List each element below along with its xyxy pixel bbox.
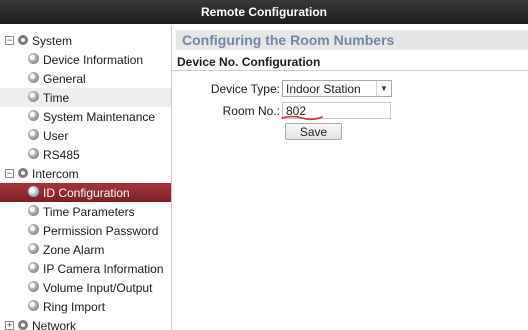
- sidebar-item-rs485[interactable]: RS485: [0, 145, 171, 164]
- sidebar-item-permission-password[interactable]: Permission Password: [0, 221, 171, 240]
- sidebar-item-general[interactable]: General: [0, 69, 171, 88]
- annotation-underline: [281, 115, 323, 121]
- sidebar-item-ring-import[interactable]: Ring Import: [0, 297, 171, 316]
- sidebar-item-label: Zone Alarm: [43, 242, 105, 257]
- sidebar-item-label: ID Configuration: [43, 185, 130, 200]
- gear-icon: [18, 320, 28, 330]
- gear-icon: [28, 91, 39, 102]
- main-panel: Configuring the Room Numbers Device No. …: [172, 26, 528, 330]
- tree-group-label: Network: [32, 318, 77, 330]
- gear-icon: [28, 300, 39, 311]
- sidebar-item-label: Time: [43, 90, 70, 105]
- gear-icon: [28, 148, 39, 159]
- gear-icon: [28, 224, 39, 235]
- section-title: Device No. Configuration: [177, 55, 321, 69]
- gear-icon: [28, 205, 39, 216]
- page-title: Configuring the Room Numbers: [182, 32, 395, 48]
- sidebar-item-user[interactable]: User: [0, 126, 171, 145]
- device-type-value: Indoor Station: [286, 81, 361, 96]
- room-no-label: Room No.:: [222, 104, 280, 118]
- sidebar-item-label: General: [43, 71, 86, 86]
- save-button[interactable]: Save: [285, 123, 342, 140]
- sidebar-item-time-parameters[interactable]: Time Parameters: [0, 202, 171, 221]
- sidebar-item-volume-input-output[interactable]: Volume Input/Output: [0, 278, 171, 297]
- sidebar-item-label: Time Parameters: [43, 204, 135, 219]
- gear-icon: [28, 262, 39, 273]
- expand-toggle[interactable]: +: [5, 321, 14, 330]
- sidebar-item-label: Volume Input/Output: [43, 280, 153, 295]
- sidebar-item-zone-alarm[interactable]: Zone Alarm: [0, 240, 171, 259]
- tree-group-intercom[interactable]: − Intercom: [0, 164, 171, 183]
- collapse-toggle[interactable]: −: [5, 36, 14, 45]
- tree-group-label: System: [32, 33, 73, 48]
- section-divider: [172, 70, 528, 71]
- sidebar-item-label: User: [43, 128, 69, 143]
- sidebar-tree: − System Device Information General Time…: [0, 26, 172, 330]
- tree-group-network[interactable]: + Network: [0, 316, 171, 330]
- gear-icon: [18, 35, 28, 45]
- gear-icon: [28, 53, 39, 64]
- tree-group-system[interactable]: − System: [0, 31, 171, 50]
- window-title: Remote Configuration: [201, 5, 327, 19]
- sidebar-item-label: IP Camera Information: [43, 261, 164, 276]
- gear-icon: [28, 110, 39, 121]
- sidebar-item-label: RS485: [43, 147, 80, 162]
- window-titlebar: Remote Configuration: [0, 0, 528, 24]
- sidebar-item-system-maintenance[interactable]: System Maintenance: [0, 107, 171, 126]
- gear-icon: [28, 281, 39, 292]
- device-type-label: Device Type:: [210, 82, 280, 96]
- page-banner: Configuring the Room Numbers: [176, 30, 528, 50]
- gear-icon: [28, 129, 39, 140]
- sidebar-item-label: Permission Password: [43, 223, 159, 238]
- sidebar-item-label: Device Information: [43, 52, 144, 67]
- sidebar-item-id-configuration[interactable]: ID Configuration: [0, 183, 171, 202]
- sidebar-item-label: Ring Import: [43, 299, 106, 314]
- gear-icon: [18, 168, 28, 178]
- chevron-down-icon[interactable]: ▼: [376, 81, 391, 96]
- tree-group-label: Intercom: [32, 166, 79, 181]
- device-type-select[interactable]: Indoor Station ▼: [282, 80, 392, 97]
- gear-icon: [28, 186, 39, 197]
- sidebar-item-device-information[interactable]: Device Information: [0, 50, 171, 69]
- collapse-toggle[interactable]: −: [5, 169, 14, 178]
- sidebar-item-ip-camera-information[interactable]: IP Camera Information: [0, 259, 171, 278]
- sidebar-item-label: System Maintenance: [43, 109, 156, 124]
- gear-icon: [28, 243, 39, 254]
- gear-icon: [28, 72, 39, 83]
- sidebar-item-time[interactable]: Time: [0, 88, 171, 107]
